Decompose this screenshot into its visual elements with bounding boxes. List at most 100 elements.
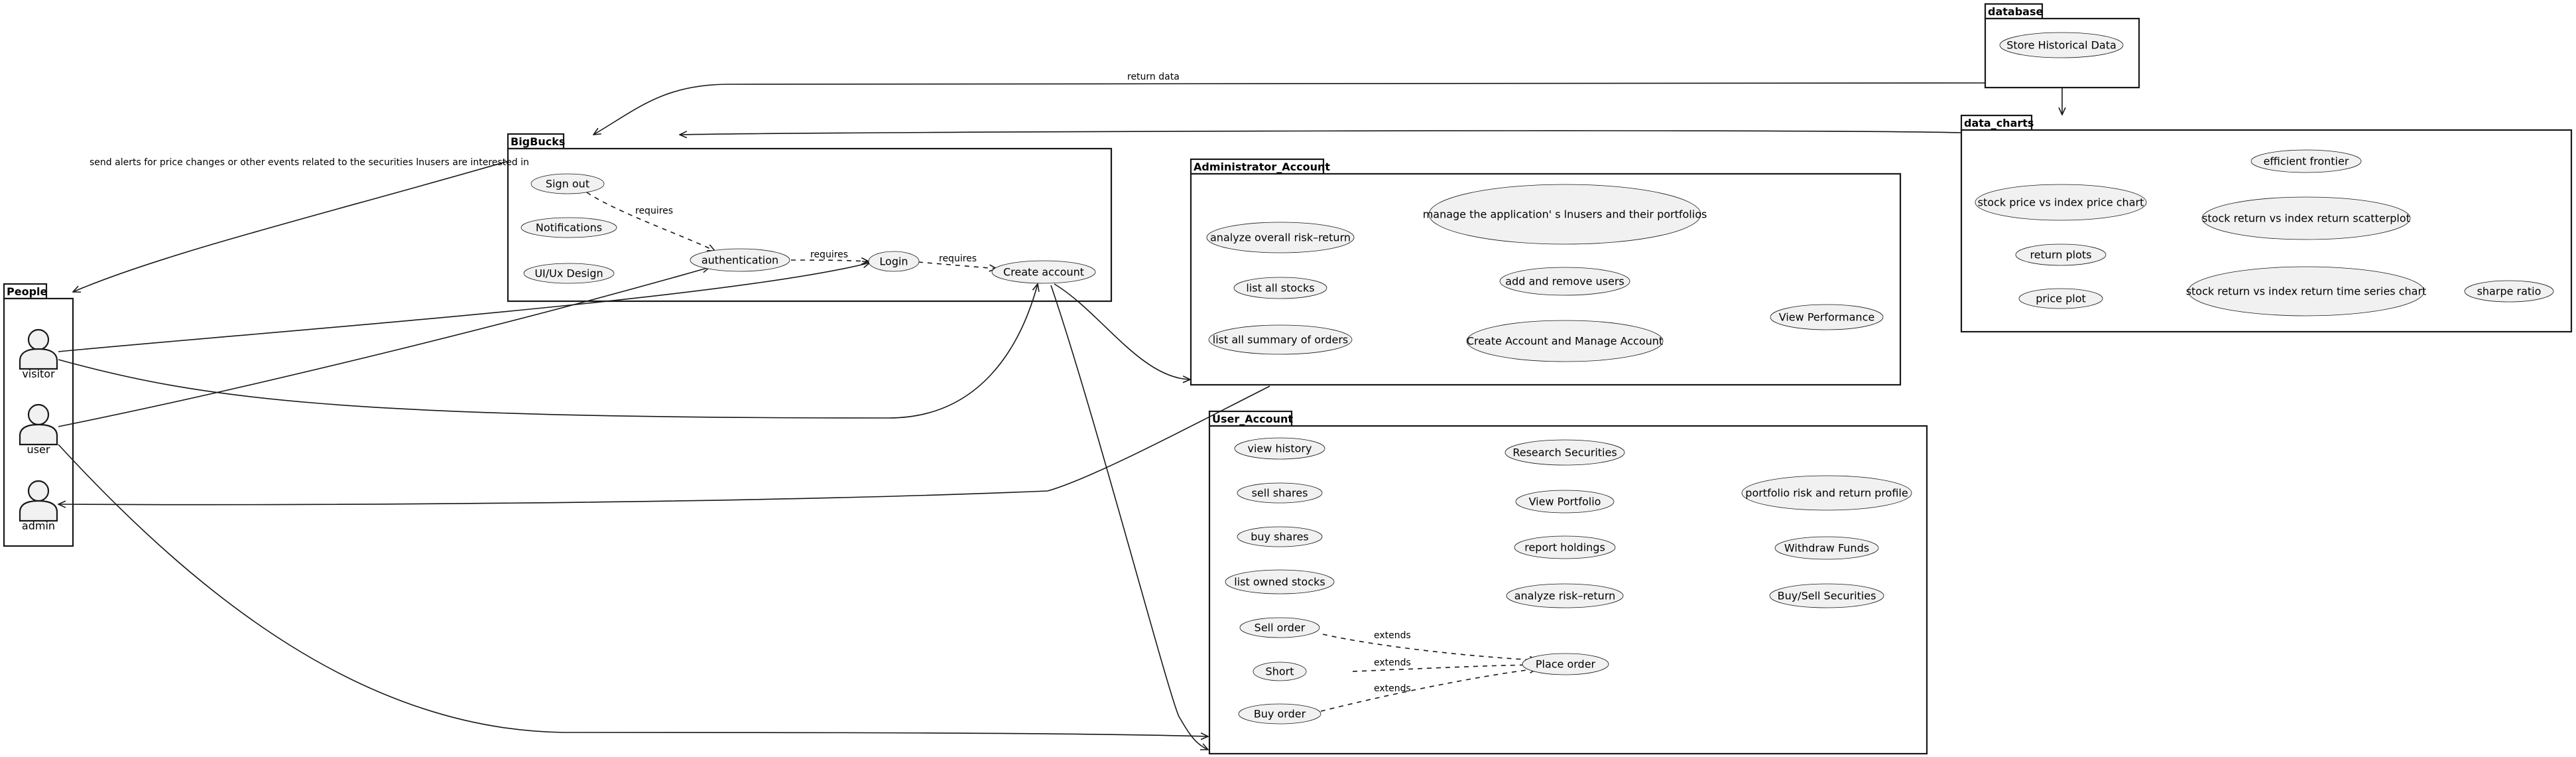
usecase-short[interactable]: Short — [1253, 661, 1307, 681]
usecase-label: sharpe ratio — [2477, 285, 2542, 298]
usecase-research-securities[interactable]: Research Securities — [1504, 439, 1625, 466]
usecase-label: sell shares — [1252, 487, 1308, 500]
usecase-label: efficient frontier — [2264, 155, 2349, 168]
package-title: data_charts — [1964, 117, 2034, 129]
usecase-create-account[interactable]: Create account — [991, 260, 1096, 284]
usecase-label: analyze risk–return — [1514, 590, 1616, 602]
usecase-label: Short — [1266, 665, 1294, 678]
actor-head — [27, 480, 50, 502]
actor-body — [19, 348, 58, 370]
usecase-label: list all summary of orders — [1213, 334, 1348, 346]
usecase-label: manage the application' s lnusers and th… — [1423, 208, 1707, 221]
edge-create-user-account — [1050, 285, 1208, 750]
usecase-label: Place order — [1536, 658, 1596, 671]
usecase-label: stock return vs index return time series… — [2186, 285, 2427, 298]
actor-body — [19, 423, 58, 446]
actor-head — [27, 328, 50, 351]
usecase-label: View Performance — [1779, 311, 1874, 324]
usecase-stock-return-scatterplot[interactable]: stock return vs index return scatterplot — [2201, 196, 2411, 240]
package-title: People — [7, 285, 48, 298]
usecase-label: add and remove users — [1505, 275, 1624, 288]
edge-label-requires: requires — [939, 253, 977, 264]
usecase-label: list all stocks — [1246, 282, 1314, 295]
usecase-view-portfolio[interactable]: View Portfolio — [1515, 490, 1615, 514]
usecase-stock-return-timeseries[interactable]: stock return vs index return time series… — [2186, 266, 2427, 316]
usecase-label: return plots — [2030, 249, 2091, 261]
usecase-label: Buy order — [1254, 708, 1306, 721]
usecase-label: stock return vs index return scatterplot — [2202, 212, 2410, 225]
edge-label-extends: extends — [1374, 630, 1411, 641]
usecase-label: Create account — [1003, 266, 1084, 279]
usecase-price-plot[interactable]: price plot — [2018, 288, 2103, 309]
edge-create-admin-account — [1054, 283, 1190, 379]
usecase-sell-shares[interactable]: sell shares — [1237, 482, 1323, 504]
package-title: User_Account — [1212, 413, 1293, 425]
package-title: BigBucks — [511, 135, 565, 148]
usecase-label: Sell order — [1255, 622, 1306, 634]
edge-database-bigbucks — [593, 82, 1986, 135]
usecase-label: view history — [1248, 443, 1312, 455]
usecase-label: price plot — [2036, 293, 2086, 305]
usecase-login[interactable]: Login — [868, 251, 920, 272]
usecase-label: stock price vs index price chart — [1978, 196, 2144, 209]
usecase-sharpe-ratio[interactable]: sharpe ratio — [2464, 280, 2554, 303]
usecase-buy-shares[interactable]: buy shares — [1237, 526, 1323, 547]
edge-label-return-data: return data — [1127, 72, 1180, 82]
usecase-add-remove-users[interactable]: add and remove users — [1499, 267, 1630, 296]
edge-label-send-alerts: send alerts for price changes or other e… — [90, 157, 529, 168]
usecase-create-manage-account[interactable]: Create Account and Manage Account — [1466, 320, 1664, 362]
usecase-label: Sign out — [546, 178, 589, 190]
edge-label-extends: extends — [1374, 683, 1411, 694]
usecase-place-order[interactable]: Place order — [1522, 653, 1609, 675]
usecase-report-holdings[interactable]: report holdings — [1514, 535, 1616, 559]
usecase-list-all-stocks[interactable]: list all stocks — [1233, 277, 1327, 299]
edge-label-requires: requires — [635, 206, 673, 216]
usecase-store-historical-data[interactable]: Store Historical Data — [1999, 32, 2124, 58]
usecase-analyze-overall-risk-return[interactable]: analyze overall risk–return — [1206, 222, 1355, 253]
usecase-list-owned-stocks[interactable]: list owned stocks — [1225, 569, 1335, 594]
usecase-analyze-risk-return[interactable]: analyze risk–return — [1506, 583, 1624, 608]
edge-data-charts-bigbucks — [680, 130, 1962, 135]
usecase-view-history[interactable]: view history — [1234, 437, 1325, 460]
actor-label: admin — [22, 519, 55, 532]
usecase-label: Notifications — [536, 222, 602, 234]
usecase-ui-ux-design[interactable]: UI/Ux Design — [523, 263, 615, 284]
package-title: Administrator_Account — [1194, 161, 1330, 173]
usecase-notifications[interactable]: Notifications — [521, 217, 617, 238]
usecase-label: Research Securities — [1512, 447, 1617, 459]
usecase-label: report holdings — [1524, 541, 1605, 554]
edge-visitor-create-account — [58, 284, 1038, 419]
usecase-view-performance[interactable]: View Performance — [1770, 304, 1884, 330]
usecase-efficient-frontier[interactable]: efficient frontier — [2250, 149, 2362, 173]
usecase-list-all-summary-of-orders[interactable]: list all summary of orders — [1208, 324, 1353, 355]
usecase-label: portfolio risk and return profile — [1745, 487, 1908, 500]
actor-label: visitor — [22, 368, 55, 380]
edge-label-extends: extends — [1374, 657, 1411, 668]
usecase-authentication[interactable]: authentication — [690, 248, 790, 272]
usecase-label: Store Historical Data — [2006, 39, 2116, 52]
edge-user-user-account — [58, 444, 1208, 736]
usecase-label: UI/Ux Design — [534, 267, 603, 280]
usecase-stock-price-vs-index-chart[interactable]: stock price vs index price chart — [1975, 184, 2147, 221]
usecase-label: list owned stocks — [1234, 576, 1325, 588]
edge-label-requires: requires — [810, 249, 848, 260]
usecase-label: Create Account and Manage Account — [1467, 335, 1663, 348]
usecase-label: View Portfolio — [1529, 496, 1601, 508]
usecase-label: Login — [879, 255, 908, 268]
usecase-buy-sell-securities[interactable]: Buy/Sell Securities — [1769, 583, 1884, 608]
actor-label: user — [27, 443, 50, 456]
usecase-label: buy shares — [1251, 531, 1309, 543]
usecase-return-plots[interactable]: return plots — [2015, 243, 2107, 266]
package-title: database — [1988, 5, 2043, 18]
actor-body — [19, 500, 58, 522]
usecase-sign-out[interactable]: Sign out — [530, 173, 605, 194]
usecase-label: authentication — [702, 254, 778, 267]
usecase-withdraw-funds[interactable]: Withdraw Funds — [1774, 536, 1879, 560]
usecase-label: Withdraw Funds — [1784, 542, 1869, 555]
usecase-sell-order[interactable]: Sell order — [1239, 617, 1320, 638]
usecase-label: analyze overall risk–return — [1210, 232, 1351, 244]
edge-bigbucks-people — [73, 161, 509, 292]
usecase-portfolio-risk-return-profile[interactable]: portfolio risk and return profile — [1741, 475, 1912, 511]
usecase-buy-order[interactable]: Buy order — [1238, 703, 1321, 724]
actor-head — [27, 403, 50, 426]
